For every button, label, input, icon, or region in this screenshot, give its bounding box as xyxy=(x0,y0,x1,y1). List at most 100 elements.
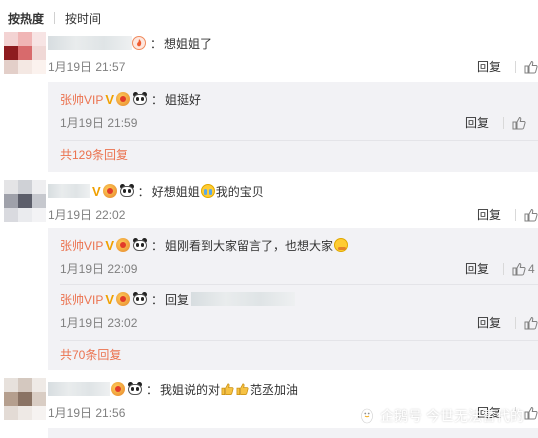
fire-icon xyxy=(132,36,146,50)
like-count: 4 xyxy=(528,261,535,276)
sub-comment: 张帅VIP V ： 回复 1月19日 23:02 回复 xyxy=(60,288,538,338)
avatar[interactable] xyxy=(4,180,46,222)
like-button[interactable] xyxy=(512,116,538,130)
sort-by-time-tab[interactable]: 按时间 xyxy=(65,10,101,27)
sort-bar: 按热度 按时间 xyxy=(8,8,101,28)
colon: ： xyxy=(146,382,159,397)
username-link[interactable]: 张帅VIP xyxy=(60,291,103,308)
sub-comments-box: 张帅VIP V ： 姐刚看到大家留言了，也想大家 1月19日 22:09 回复 … xyxy=(48,228,538,370)
divider xyxy=(60,340,538,341)
blurred-username[interactable] xyxy=(48,382,110,396)
medal-icon xyxy=(116,92,131,106)
comment-text: 想姐姐了 xyxy=(164,36,213,51)
panda-icon xyxy=(132,292,148,306)
comment-2: V ： 好想姐姐 我的宝贝 1月19日 22:02 回复 张帅VIP V ： 姐… xyxy=(0,180,538,370)
thumbs-up-icon xyxy=(512,116,526,129)
comment-text: 我姐说的对 xyxy=(160,382,221,397)
medal-icon xyxy=(111,382,125,396)
sub-comment-line: 张帅VIP V ： 姐挺好 xyxy=(60,90,201,108)
sub-comment-text: 姐挺好 xyxy=(165,92,202,107)
sub-comment-text: 姐刚看到大家留言了，也想大家 xyxy=(165,238,334,253)
comment-1: ： 想姐姐了 1月19日 21:57 回复 张帅VIP V ： 姐挺好 1月19… xyxy=(0,32,538,172)
reply-button[interactable]: 回复 xyxy=(477,58,507,75)
sub-comment-line: 张帅VIP V ： 姐刚看到大家留言了，也想大家 xyxy=(60,236,349,254)
colon: ： xyxy=(150,36,163,51)
sub-comment-line: 张帅VIP V ： 回复 xyxy=(60,290,296,308)
divider xyxy=(60,140,538,141)
sub-comments-box xyxy=(48,428,538,438)
sub-comments-box: 张帅VIP V ： 姐挺好 1月19日 21:59 回复 共129条回复 xyxy=(48,82,538,172)
action-divider xyxy=(515,208,516,221)
comment-time: 1月19日 21:57 xyxy=(48,60,126,74)
blurred-username[interactable] xyxy=(48,36,132,50)
like-button[interactable]: 4 xyxy=(512,262,538,276)
sub-comment: 张帅VIP V ： 姐刚看到大家留言了，也想大家 1月19日 22:09 回复 … xyxy=(60,234,538,284)
penguin-logo-icon xyxy=(361,408,373,424)
avatar[interactable] xyxy=(4,378,46,420)
reply-button[interactable]: 回复 xyxy=(465,114,495,131)
blurred-reply-target xyxy=(191,292,296,306)
view-all-replies-link[interactable]: 共70条回复 xyxy=(60,346,121,363)
like-button[interactable] xyxy=(524,60,538,74)
divider xyxy=(60,284,538,285)
reply-button[interactable]: 回复 xyxy=(477,314,507,331)
colon: ： xyxy=(151,292,164,307)
comment-actions: 回复 xyxy=(477,206,538,223)
medal-icon xyxy=(102,184,117,198)
comment-line: V ： 好想姐姐 我的宝贝 xyxy=(48,182,264,200)
vip-v-icon: V xyxy=(105,91,115,107)
vip-v-icon: V xyxy=(105,291,115,307)
reply-button[interactable]: 回复 xyxy=(465,260,495,277)
view-all-replies-link[interactable]: 共129条回复 xyxy=(60,146,128,163)
panda-icon xyxy=(132,238,148,252)
colon: ： xyxy=(151,238,164,253)
action-divider xyxy=(515,316,516,329)
action-divider xyxy=(503,262,504,275)
like-button[interactable] xyxy=(524,208,538,222)
username-link[interactable]: 张帅VIP xyxy=(60,237,103,254)
like-button[interactable] xyxy=(524,316,538,330)
thumbs-up-emoji-icon xyxy=(221,383,234,395)
sub-comment: 张帅VIP V ： 姐挺好 1月19日 21:59 回复 xyxy=(60,88,538,138)
blurred-username[interactable] xyxy=(48,184,90,198)
like-button[interactable] xyxy=(524,406,538,420)
comment-time: 1月19日 21:56 xyxy=(48,406,126,420)
comment-line: ： 我姐说的对 范丞加油 xyxy=(48,380,298,398)
watermark-text: 企鹅号 今世无法替代的 xyxy=(380,408,524,424)
comment-time: 1月19日 22:02 xyxy=(48,208,126,222)
cry-emoji-icon xyxy=(200,184,215,198)
sub-comment-text: 回复 xyxy=(165,292,190,307)
panda-icon xyxy=(127,382,143,396)
hug-emoji-icon xyxy=(334,238,349,252)
medal-icon xyxy=(116,238,131,252)
reply-button[interactable]: 回复 xyxy=(477,206,507,223)
sub-comment-time: 1月19日 23:02 xyxy=(60,316,138,330)
action-divider xyxy=(503,116,504,129)
thumbs-up-emoji-icon xyxy=(236,383,249,395)
action-divider xyxy=(515,60,516,73)
panda-icon xyxy=(132,92,148,106)
thumbs-up-icon xyxy=(524,208,538,221)
sub-comment-actions: 回复 xyxy=(477,314,538,331)
comment-line: ： 想姐姐了 xyxy=(48,34,212,52)
sub-comment-actions: 回复 xyxy=(465,114,538,131)
avatar[interactable] xyxy=(4,32,46,74)
sub-comment-actions: 回复 4 xyxy=(465,260,538,277)
thumbs-up-icon xyxy=(512,262,526,275)
vip-v-icon: V xyxy=(105,237,115,253)
thumbs-up-icon xyxy=(524,406,538,419)
comment-text-tail: 我的宝贝 xyxy=(215,184,264,199)
sort-divider xyxy=(54,12,56,24)
panda-icon xyxy=(119,184,135,198)
comment-text-tail: 范丞加油 xyxy=(250,382,299,397)
comment-text: 好想姐姐 xyxy=(151,184,200,199)
colon: ： xyxy=(137,184,150,199)
watermark: 企鹅号 今世无法替代的 xyxy=(359,406,524,426)
colon: ： xyxy=(151,92,164,107)
thumbs-up-icon xyxy=(524,60,538,73)
sort-by-hot-tab[interactable]: 按热度 xyxy=(8,10,44,27)
comment-actions: 回复 xyxy=(477,58,538,75)
username-link[interactable]: 张帅VIP xyxy=(60,91,103,108)
medal-icon xyxy=(116,292,131,306)
sub-comment-time: 1月19日 22:09 xyxy=(60,262,138,276)
